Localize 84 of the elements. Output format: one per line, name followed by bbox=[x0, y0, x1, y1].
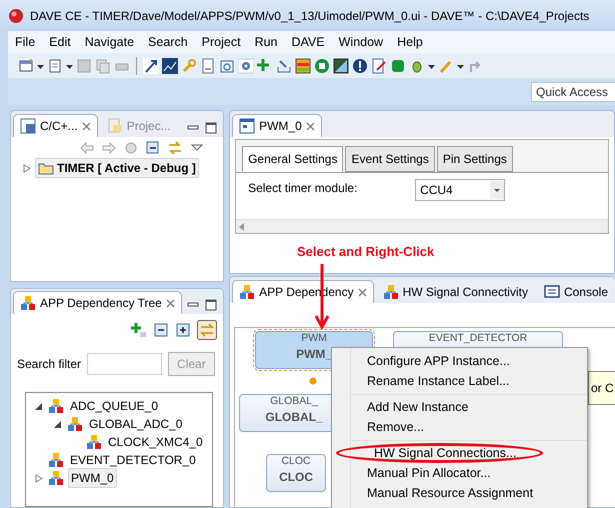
blocks-icon bbox=[48, 470, 64, 486]
timer-module-dropdown[interactable]: CCU4 bbox=[415, 179, 506, 201]
node-title: CLOC bbox=[280, 455, 312, 468]
blocks-icon bbox=[239, 284, 256, 300]
view-tab[interactable]: APP Dependency Tree bbox=[13, 291, 182, 314]
collapse-icon[interactable] bbox=[153, 322, 170, 338]
menu-item[interactable]: Edit bbox=[42, 32, 78, 52]
settings-tab[interactable]: Event Settings bbox=[345, 146, 435, 172]
menu-item[interactable]: Search bbox=[141, 32, 195, 52]
scroll-bar[interactable] bbox=[236, 219, 608, 233]
expand-arrow-icon[interactable] bbox=[54, 420, 62, 429]
app-node[interactable]: CLOC CLOC bbox=[266, 454, 326, 492]
document-icon[interactable] bbox=[47, 58, 63, 74]
menu-item[interactable]: Run bbox=[248, 32, 284, 52]
plus-icon[interactable] bbox=[131, 322, 148, 338]
settings-tab[interactable]: Pin Settings bbox=[436, 146, 513, 172]
menu-item[interactable]: Help bbox=[390, 32, 430, 52]
folder-icon bbox=[38, 161, 54, 175]
blocks-icon bbox=[48, 452, 64, 468]
caret-icon[interactable] bbox=[490, 181, 504, 199]
exclamation-icon[interactable] bbox=[352, 58, 368, 74]
blocks-icon bbox=[86, 434, 102, 450]
menu-item[interactable]: Navigate bbox=[78, 32, 142, 52]
blocks-icon bbox=[382, 284, 399, 300]
monitor-icon bbox=[544, 284, 560, 300]
pencil-icon[interactable] bbox=[371, 58, 387, 74]
node-title: PWM bbox=[300, 332, 328, 345]
node-title: GLOBAL_ bbox=[269, 395, 320, 408]
menu-item[interactable]: HW Signal Connections... bbox=[336, 443, 544, 463]
field-label: Search filter bbox=[17, 356, 82, 374]
menu-item[interactable]: DAVE bbox=[284, 32, 332, 52]
connector-dot-icon bbox=[309, 376, 318, 386]
window-icon bbox=[239, 118, 256, 134]
gear-icon[interactable] bbox=[238, 58, 254, 74]
tree-item[interactable]: EVENT_DETECTOR_0 bbox=[68, 451, 198, 470]
chart-icon[interactable] bbox=[162, 58, 178, 74]
menu-item[interactable]: Manual Pin Allocator... bbox=[332, 463, 587, 483]
search-field[interactable] bbox=[87, 353, 162, 376]
menu-item[interactable]: Manual Resource Assignment bbox=[332, 483, 587, 503]
close-icon[interactable] bbox=[82, 122, 91, 130]
view-tab[interactable]: HW Signal Connectivity bbox=[376, 280, 535, 303]
node-title: EVENT_DETECTOR bbox=[428, 332, 528, 345]
collapse-icon[interactable] bbox=[145, 140, 162, 156]
node-label: PWM_ bbox=[295, 346, 334, 363]
editor-tab[interactable]: PWM_0 bbox=[232, 114, 322, 137]
window-icon[interactable] bbox=[18, 58, 34, 74]
tree-item[interactable]: ADC_QUEUE_0 bbox=[68, 397, 160, 416]
tree-item[interactable]: TIMER [ Active - Debug ] bbox=[35, 158, 199, 178]
expand-icon[interactable] bbox=[175, 322, 192, 338]
expand-arrow-icon[interactable] bbox=[35, 402, 43, 411]
settings-tab[interactable]: General Settings bbox=[242, 146, 344, 172]
document-icon[interactable] bbox=[200, 58, 216, 74]
import-icon[interactable] bbox=[276, 58, 292, 74]
tree-item[interactable]: CLOCK_XMC4_0 bbox=[106, 433, 205, 452]
folder-icon bbox=[106, 118, 123, 134]
field-label: Select timer module: bbox=[248, 180, 358, 197]
bars-icon[interactable] bbox=[295, 58, 311, 74]
menu-item[interactable]: Window bbox=[332, 32, 390, 52]
blocks-icon bbox=[48, 398, 64, 414]
annotation-text: Select and Right-Click bbox=[297, 243, 434, 261]
node-label: GLOBAL_ bbox=[264, 409, 324, 426]
blocks-icon bbox=[20, 295, 36, 312]
app-logo-icon bbox=[8, 8, 24, 24]
picture-icon[interactable] bbox=[333, 58, 349, 74]
view-tab[interactable]: Console bbox=[536, 280, 615, 303]
menu-item[interactable]: Rename Instance Label... bbox=[332, 371, 587, 391]
node-label: CLOC bbox=[278, 469, 314, 486]
blocks-icon bbox=[67, 416, 83, 432]
search-field[interactable]: Quick Access bbox=[531, 82, 615, 102]
window-icon bbox=[20, 118, 36, 134]
tooltip: or C bbox=[588, 371, 615, 405]
close-icon[interactable] bbox=[358, 288, 367, 296]
document-icon[interactable] bbox=[219, 58, 235, 74]
view-tab[interactable]: C/C+... bbox=[13, 114, 98, 137]
close-icon[interactable] bbox=[306, 122, 315, 130]
menu-item[interactable]: Project bbox=[194, 32, 248, 52]
close-icon[interactable] bbox=[166, 298, 175, 308]
tree-item[interactable]: PWM_0 bbox=[68, 468, 117, 488]
tree-item[interactable]: GLOBAL_ADC_0 bbox=[87, 415, 184, 434]
maximize-icon[interactable] bbox=[205, 299, 218, 312]
menu-item[interactable]: File bbox=[8, 32, 42, 52]
maximize-icon[interactable] bbox=[205, 122, 218, 134]
link-arrows-icon[interactable] bbox=[197, 320, 218, 340]
window-title: DAVE CE - TIMER/Dave/Model/APPS/PWM/v0_1_13/Uimodel/PWM_0.ui - DAVE™ - C:\DAVE4_Projects bbox=[30, 8, 590, 24]
